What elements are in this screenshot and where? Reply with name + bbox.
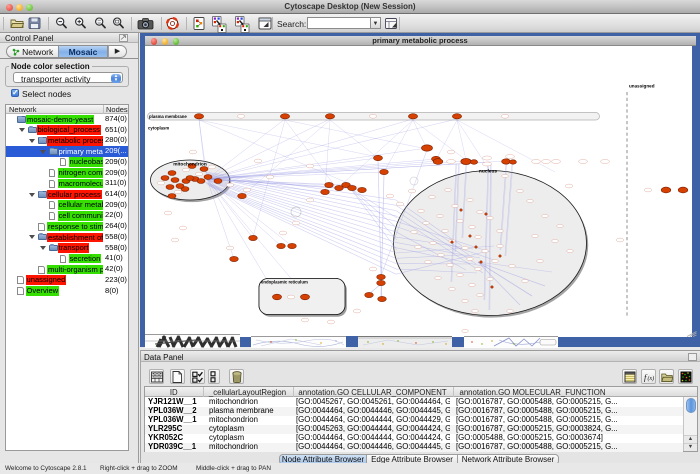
svg-text:endoplasmic reticulum: endoplasmic reticulum <box>261 280 308 285</box>
svg-text:mitochondrion: mitochondrion <box>173 162 207 168</box>
svg-text:unassigned: unassigned <box>629 84 655 89</box>
svg-text:nucleus: nucleus <box>478 169 496 175</box>
svg-text:cytoplasm: cytoplasm <box>148 126 169 131</box>
svg-text:(x): (x) <box>647 375 654 382</box>
svg-text:plasma membrane: plasma membrane <box>149 114 187 119</box>
